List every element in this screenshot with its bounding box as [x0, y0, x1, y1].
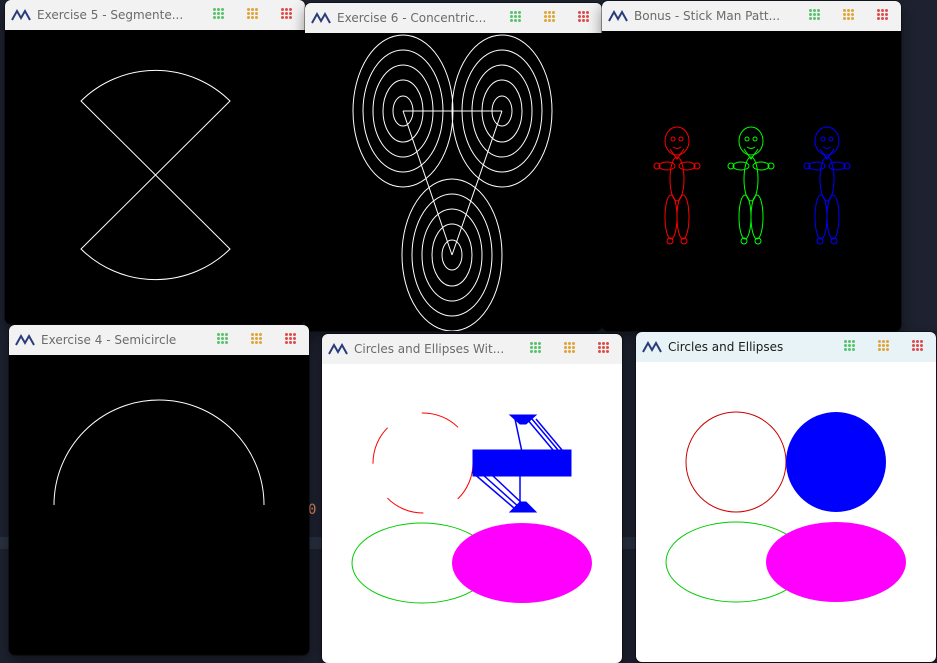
titlebar[interactable]: Circles and Ellipses	[636, 332, 936, 362]
concentric-circles-drawing	[352, 34, 553, 331]
semicircle-drawing	[53, 399, 265, 506]
segmented-circle-drawing	[80, 69, 231, 281]
maximize-button[interactable]	[544, 11, 558, 25]
close-button[interactable]	[281, 8, 295, 22]
app-logo-icon	[608, 9, 628, 22]
window-bonus-stick-man[interactable]: Bonus - Stick Man Patt...	[602, 1, 901, 331]
drawing-canvas	[322, 364, 622, 663]
app-logo-icon	[328, 342, 348, 355]
drawing-canvas	[9, 355, 309, 655]
close-button[interactable]	[285, 333, 299, 347]
stick-man-blue	[803, 126, 851, 245]
titlebar[interactable]: Circles and Ellipses Wit...	[322, 334, 622, 364]
titlebar[interactable]: Bonus - Stick Man Patt...	[602, 1, 901, 31]
circles-ellipses-drawing	[665, 411, 906, 603]
minimize-button[interactable]	[213, 8, 227, 22]
window-title: Bonus - Stick Man Patt...	[634, 9, 781, 23]
app-logo-icon	[311, 11, 331, 24]
minimize-button[interactable]	[217, 333, 231, 347]
window-title: Circles and Ellipses	[668, 340, 784, 354]
drawing-canvas	[305, 33, 602, 331]
drawing-canvas	[602, 31, 901, 331]
app-logo-icon	[642, 340, 662, 353]
titlebar[interactable]: Exercise 6 - Concentric...	[305, 3, 602, 33]
window-title: Exercise 5 - Segmente...	[37, 8, 184, 22]
minimize-button[interactable]	[510, 11, 524, 25]
window-circles-ellipses[interactable]: Circles and Ellipses	[636, 332, 936, 662]
window-circles-ellipses-with[interactable]: Circles and Ellipses Wit...	[322, 334, 622, 663]
window-exercise-5[interactable]: Exercise 5 - Segmente...	[5, 0, 305, 324]
stick-man-drawing	[653, 126, 851, 245]
maximize-button[interactable]	[843, 9, 857, 23]
circles-ellipses-transformed-drawing	[351, 412, 592, 604]
maximize-button[interactable]	[878, 340, 892, 354]
titlebar[interactable]: Exercise 5 - Segmente...	[5, 0, 305, 30]
window-title: Exercise 4 - Semicircle	[41, 333, 177, 347]
minimize-button[interactable]	[809, 9, 823, 23]
app-logo-icon	[11, 8, 31, 21]
minimize-button[interactable]	[530, 342, 544, 356]
maximize-button[interactable]	[564, 342, 578, 356]
window-exercise-4[interactable]: Exercise 4 - Semicircle	[9, 325, 309, 655]
close-button[interactable]	[598, 342, 612, 356]
close-button[interactable]	[912, 340, 926, 354]
stick-man-green	[727, 126, 775, 245]
close-button[interactable]	[877, 9, 891, 23]
maximize-button[interactable]	[247, 8, 261, 22]
drawing-canvas	[636, 362, 936, 662]
maximize-button[interactable]	[251, 333, 265, 347]
titlebar[interactable]: Exercise 4 - Semicircle	[9, 325, 309, 355]
stick-man-red	[653, 126, 701, 245]
drawing-canvas	[5, 30, 305, 324]
minimize-button[interactable]	[844, 340, 858, 354]
app-logo-icon	[15, 333, 35, 346]
window-title: Exercise 6 - Concentric...	[337, 11, 487, 25]
close-button[interactable]	[578, 11, 592, 25]
window-title: Circles and Ellipses Wit...	[354, 342, 505, 356]
window-exercise-6[interactable]: Exercise 6 - Concentric...	[305, 3, 602, 331]
code-fragment: 0	[308, 502, 317, 518]
